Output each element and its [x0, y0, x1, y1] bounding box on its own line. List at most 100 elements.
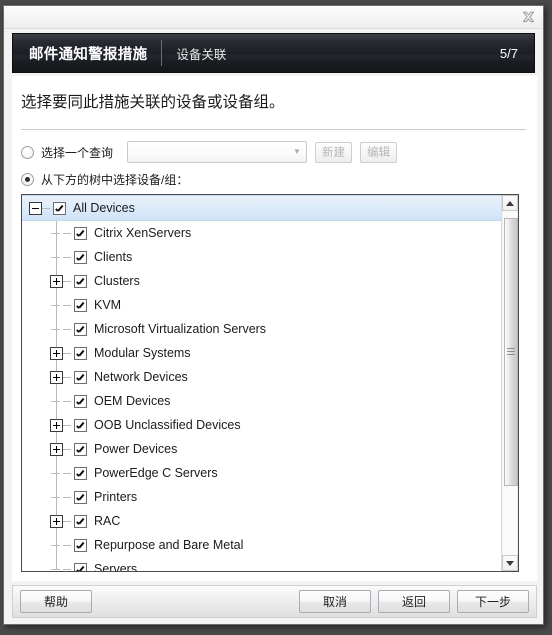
tree-node-label: Clients	[94, 250, 133, 264]
tree-node-checkbox[interactable]	[74, 490, 87, 504]
radio-select-query[interactable]	[21, 145, 34, 159]
tree-vertical-scrollbar[interactable]	[501, 195, 518, 571]
triangle-up-icon	[506, 200, 514, 206]
next-button[interactable]: 下一步	[457, 590, 529, 613]
expand-node-icon[interactable]	[50, 514, 63, 528]
expand-node-icon[interactable]	[50, 346, 63, 360]
query-dropdown[interactable]: ▼	[127, 141, 308, 163]
tree-node-label: Modular Systems	[94, 346, 191, 360]
tree-node-checkbox[interactable]	[74, 466, 87, 480]
tree-connector-stub	[63, 256, 71, 258]
tree-connector-elbow	[50, 227, 63, 240]
tree-node[interactable]: Printers	[22, 485, 501, 509]
radio-select-tree[interactable]	[21, 172, 34, 186]
edit-query-button[interactable]: 编辑	[360, 141, 398, 163]
tree-node-checkbox[interactable]	[74, 418, 87, 432]
tree-node-label: Microsoft Virtualization Servers	[94, 322, 267, 336]
tree-node[interactable]: RAC	[22, 509, 501, 533]
tree-connector-stub	[63, 376, 71, 378]
tree-node[interactable]: All Devices	[22, 195, 501, 221]
tree-connector-elbow	[50, 491, 63, 504]
expand-node-icon[interactable]	[50, 370, 63, 384]
tree-connector-stub	[63, 400, 71, 402]
tree-node[interactable]: Clients	[22, 245, 501, 269]
scroll-down-button[interactable]	[502, 555, 518, 571]
device-tree-panel: All Devices Citrix XenServers Clients Clust…	[21, 194, 519, 572]
query-option-row: 选择一个查询 ▼ 新建 编辑	[21, 139, 398, 165]
tree-node-checkbox[interactable]	[74, 514, 87, 528]
tree-node-label: Power Devices	[94, 442, 178, 456]
tree-node-checkbox[interactable]	[53, 201, 66, 215]
radio-select-tree-label: 从下方的树中选择设备/组：	[41, 172, 189, 187]
new-query-button[interactable]: 新建	[315, 141, 353, 163]
tree-node-checkbox[interactable]	[74, 370, 87, 384]
chevron-down-icon: ▼	[293, 147, 301, 156]
expand-node-icon[interactable]	[50, 274, 63, 288]
tree-node[interactable]: Microsoft Virtualization Servers	[22, 317, 501, 341]
tree-connector-stub	[63, 472, 71, 474]
tree-node[interactable]: Repurpose and Bare Metal	[22, 533, 501, 557]
tree-connector-elbow	[50, 467, 63, 480]
back-button[interactable]: 返回	[378, 590, 450, 613]
tree-node-label: PowerEdge C Servers	[94, 466, 218, 480]
help-button[interactable]: 帮助	[20, 590, 92, 613]
tree-connector-stub	[63, 304, 71, 306]
tree-node[interactable]: Power Devices	[22, 437, 501, 461]
tree-connector-stub	[63, 328, 71, 330]
tree-node-checkbox[interactable]	[74, 442, 87, 456]
tree-node-checkbox[interactable]	[74, 226, 87, 240]
tree-node-label: OEM Devices	[94, 394, 171, 408]
tree-node[interactable]: Network Devices	[22, 365, 501, 389]
tree-node-checkbox[interactable]	[74, 346, 87, 360]
tree-connector-stub	[63, 352, 71, 354]
tree-node-checkbox[interactable]	[74, 322, 87, 336]
collapse-node-icon[interactable]	[29, 201, 42, 215]
expand-node-icon[interactable]	[50, 442, 63, 456]
radio-select-query-label: 选择一个查询	[41, 145, 114, 160]
tree-node-label: Repurpose and Bare Metal	[94, 538, 244, 552]
tree-connector-elbow	[50, 563, 63, 572]
dialog-footer: 帮助 取消 返回 下一步	[12, 585, 537, 618]
close-icon[interactable]	[520, 9, 536, 24]
tree-node[interactable]: OOB Unclassified Devices	[22, 413, 501, 437]
tree-node-checkbox[interactable]	[74, 562, 87, 571]
tree-node[interactable]: KVM	[22, 293, 501, 317]
tree-node[interactable]: Citrix XenServers	[22, 221, 501, 245]
tree-connector-elbow	[50, 395, 63, 408]
device-tree-list: All Devices Citrix XenServers Clients Clust…	[22, 195, 501, 571]
page-title: 选择要同此措施关联的设备或设备组。	[21, 94, 285, 111]
tree-node-label: All Devices	[73, 201, 135, 215]
tree-connector-stub	[63, 568, 71, 570]
tree-node[interactable]: Modular Systems	[22, 341, 501, 365]
triangle-down-icon	[506, 560, 514, 566]
banner-title: 邮件通知警报措施	[29, 46, 148, 63]
tree-node[interactable]: Clusters	[22, 269, 501, 293]
tree-node-label: Network Devices	[94, 370, 188, 384]
tree-connector-elbow	[50, 539, 63, 552]
tree-connector-stub	[63, 424, 71, 426]
wizard-banner: 邮件通知警报措施 设备关联 5/7	[12, 33, 535, 73]
tree-connector-elbow	[50, 323, 63, 336]
scrollbar-grip-icon	[507, 348, 515, 356]
scroll-up-button[interactable]	[502, 195, 518, 211]
tree-node[interactable]: PowerEdge C Servers	[22, 461, 501, 485]
scrollbar-thumb[interactable]	[504, 217, 518, 487]
tree-connector-stub	[63, 544, 71, 546]
expand-node-icon[interactable]	[50, 418, 63, 432]
tree-node-label: Clusters	[94, 274, 140, 288]
tree-option-row: 从下方的树中选择设备/组：	[21, 170, 188, 188]
tree-node-checkbox[interactable]	[74, 250, 87, 264]
tree-node-checkbox[interactable]	[74, 274, 87, 288]
tree-node[interactable]: Servers	[22, 557, 501, 571]
tree-node-checkbox[interactable]	[74, 538, 87, 552]
tree-node[interactable]: OEM Devices	[22, 389, 501, 413]
tree-node-label: Printers	[94, 490, 138, 504]
tree-node-label: KVM	[94, 298, 122, 312]
tree-node-label: RAC	[94, 514, 121, 528]
tree-node-checkbox[interactable]	[74, 298, 87, 312]
tree-connector-elbow	[50, 251, 63, 264]
tree-node-checkbox[interactable]	[74, 394, 87, 408]
cancel-button[interactable]: 取消	[299, 590, 371, 613]
tree-connector-stub	[63, 520, 71, 522]
scrollbar-track[interactable]	[503, 211, 518, 555]
